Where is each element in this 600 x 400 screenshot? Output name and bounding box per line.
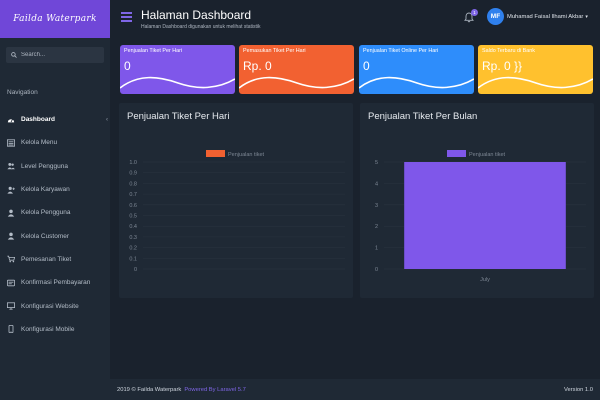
bar	[404, 162, 566, 269]
sidebar-item-pemesanan-tiket[interactable]: Pemesanan Tiket	[0, 248, 110, 271]
sidebar-item-dashboard[interactable]: Dashboard ‹	[0, 108, 110, 131]
chart-panel-monthly: Penjualan Tiket Per Bulan Penjualan tike…	[360, 103, 594, 298]
sidebar-item-konfirmasi-pembayaran[interactable]: Konfirmasi Pembayaran	[0, 271, 110, 294]
y-tick-label: 2	[375, 224, 378, 230]
y-tick-label: 0.8	[129, 181, 137, 187]
y-tick-label: 4	[375, 181, 378, 187]
legend-swatch	[206, 150, 225, 157]
y-tick-label: 0.2	[129, 246, 137, 252]
sidebar-item-label: Dashboard	[21, 116, 55, 124]
sidebar: Failda Waterpark Navigation Dashboard ‹ …	[0, 0, 110, 400]
users-icon	[7, 162, 15, 170]
footer: 2019 © Failda Waterpark Powered By Larav…	[110, 379, 600, 400]
card-label: Pemasukan Tiket Per Hari	[243, 48, 306, 54]
stat-card-online-sales: Penjualan Tiket Online Per Hari 0	[359, 45, 474, 94]
sidebar-item-label: Level Pengguna	[21, 162, 68, 170]
sidebar-item-kelola-karyawan[interactable]: Kelola Karyawan	[0, 178, 110, 201]
y-tick-label: 0.1	[129, 256, 137, 262]
sidebar-item-label: Konfigurasi Website	[21, 302, 79, 310]
footer-version: Version 1.0	[563, 386, 593, 393]
x-tick-label: July	[480, 277, 490, 283]
monitor-icon	[7, 302, 15, 310]
user-name: Muhamad Faisal Ilhami Akbar	[507, 13, 584, 20]
search-icon	[11, 52, 17, 58]
card-label: Penjualan Tiket Per Hari	[124, 48, 183, 54]
page-subtitle: Halaman Dashboard digunakan untuk meliha…	[141, 24, 261, 30]
y-tick-label: 3	[375, 203, 378, 209]
user-icon	[7, 232, 15, 240]
mobile-icon	[7, 325, 15, 334]
sidebar-item-label: Pemesanan Tiket	[21, 255, 72, 263]
y-tick-label: 1	[375, 246, 378, 252]
y-tick-label: 0.3	[129, 235, 137, 241]
wave-decoration	[120, 76, 235, 89]
sidebar-item-label: Konfirmasi Pembayaran	[21, 279, 91, 287]
stat-card-daily-income: Pemasukan Tiket Per Hari Rp. 0	[239, 45, 354, 94]
search-input[interactable]	[21, 52, 101, 58]
dashboard-icon	[7, 116, 15, 124]
user-plus-icon	[7, 186, 15, 194]
card-label: Saldo Terbaru di Bank	[482, 48, 535, 54]
chart-panel-daily: Penjualan Tiket Per Hari Penjualan tiket…	[119, 103, 353, 298]
receipt-icon	[7, 279, 15, 287]
stat-card-bank-balance: Saldo Terbaru di Bank Rp. 0 }}	[478, 45, 593, 94]
sidebar-item-label: Kelola Karyawan	[21, 186, 70, 194]
wave-decoration	[239, 76, 354, 89]
legend-swatch	[447, 150, 466, 157]
wave-decoration	[359, 76, 474, 89]
stat-card-daily-sales: Penjualan Tiket Per Hari 0	[120, 45, 235, 94]
sidebar-item-label: Kelola Customer	[21, 232, 70, 240]
y-tick-label: 5	[375, 160, 378, 166]
page-title: Halaman Dashboard	[141, 8, 252, 22]
menu-icon	[7, 139, 15, 147]
footer-copyright: 2019 © Failda Waterpark	[117, 386, 182, 393]
sidebar-item-konfigurasi-website[interactable]: Konfigurasi Website	[0, 294, 110, 317]
legend-label: Penjualan tiket	[469, 152, 506, 158]
avatar: MF	[487, 8, 504, 25]
notification-badge: 1	[471, 9, 478, 16]
sidebar-item-kelola-customer[interactable]: Kelola Customer	[0, 224, 110, 247]
search-box[interactable]	[6, 47, 104, 63]
cart-icon	[7, 255, 15, 263]
y-tick-label: 0	[375, 267, 378, 273]
sidebar-nav: Dashboard ‹ Kelola Menu Level Pengguna K…	[0, 108, 110, 341]
chart-monthly-sales: Penjualan tiket 5 4 3 2 1 0 July	[375, 150, 586, 283]
footer-powered-link[interactable]: Powered By Laravel 5.7	[184, 387, 246, 393]
wave-decoration	[478, 76, 593, 89]
y-tick-label: 0	[134, 267, 137, 273]
y-tick-label: 0.5	[129, 214, 137, 220]
nav-section-title: Navigation	[7, 89, 38, 96]
brand-logo[interactable]: Failda Waterpark	[0, 0, 110, 38]
y-tick-label: 0.6	[129, 203, 137, 209]
sidebar-item-konfigurasi-mobile[interactable]: Konfigurasi Mobile	[0, 318, 110, 341]
y-tick-label: 1.0	[129, 160, 137, 166]
user-menu[interactable]: MF Muhamad Faisal Ilhami Akbar ▾	[487, 8, 588, 25]
sidebar-item-kelola-menu[interactable]: Kelola Menu	[0, 131, 110, 154]
sidebar-item-kelola-pengguna[interactable]: Kelola Pengguna	[0, 201, 110, 224]
sidebar-item-label: Kelola Pengguna	[21, 209, 71, 217]
card-label: Penjualan Tiket Online Per Hari	[363, 48, 439, 54]
chevron-left-icon: ‹	[106, 116, 108, 123]
user-icon	[7, 209, 15, 217]
top-header: Halaman Dashboard Halaman Dashboard digu…	[110, 0, 600, 38]
sidebar-item-level-pengguna[interactable]: Level Pengguna	[0, 155, 110, 178]
y-tick-label: 0.7	[129, 192, 137, 198]
brand-name: Failda Waterpark	[13, 14, 97, 24]
hamburger-menu-icon[interactable]	[121, 12, 132, 22]
chart-daily-sales: Penjualan tiket 1.0 0.9 0.8 0.7 0.6 0.5 0.4 0.3 0…	[129, 150, 345, 273]
legend-label: Penjualan tiket	[228, 152, 265, 158]
chevron-down-icon: ▾	[585, 13, 588, 20]
sidebar-item-label: Konfigurasi Mobile	[21, 325, 75, 333]
y-tick-label: 0.4	[129, 224, 137, 230]
y-tick-label: 0.9	[129, 171, 137, 177]
sidebar-item-label: Kelola Menu	[21, 139, 58, 147]
